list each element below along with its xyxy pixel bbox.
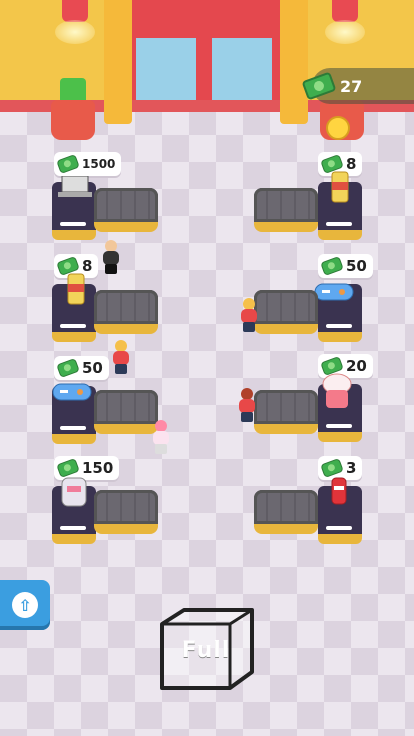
price-gamepad-right: 50 — [346, 257, 367, 275]
customer-character — [150, 420, 172, 454]
soda-can-icon — [330, 476, 348, 506]
lamp-glow-left — [55, 20, 95, 44]
conveyor-rice-cooker — [94, 490, 158, 534]
gamepad-icon — [314, 280, 354, 302]
lamp-left — [62, 0, 88, 22]
chips-can-icon — [66, 272, 86, 306]
price-soda: 3 — [346, 459, 357, 477]
ice-cream-icon — [320, 372, 354, 410]
laptop-icon — [58, 175, 92, 198]
money-counter: 27 — [301, 68, 414, 104]
conveyor-gamepad-left — [94, 390, 158, 434]
conveyor-chips-left — [94, 290, 158, 334]
rice-cooker-icon — [60, 474, 88, 508]
door-center-post — [198, 0, 208, 110]
cash-icon — [56, 154, 80, 174]
gamepad-icon — [52, 380, 92, 402]
chips-can-icon — [330, 170, 350, 204]
door-glass-left — [136, 38, 196, 104]
lamp-glow-right — [325, 20, 365, 44]
customer-character — [110, 340, 132, 374]
price-tag-laptop: 1500 — [54, 152, 122, 176]
door-glass-right — [212, 38, 272, 104]
price-gamepad-left: 50 — [82, 359, 103, 377]
lamp-right — [332, 0, 358, 22]
smiley-face-icon — [326, 116, 350, 140]
storage-full-label: Full — [181, 638, 231, 663]
pillar-right — [280, 0, 308, 124]
conveyor-ice-cream — [254, 390, 318, 434]
conveyor-laptop — [94, 188, 158, 232]
customer-character — [236, 388, 258, 422]
pillar-left — [104, 0, 132, 124]
worker-character — [100, 240, 122, 274]
cash-icon — [320, 256, 344, 276]
money-value: 27 — [340, 76, 363, 96]
pot-left — [51, 100, 95, 140]
storage-box[interactable]: Full — [156, 606, 256, 692]
conveyor-gamepad-right — [254, 290, 318, 334]
conveyor-chips — [254, 188, 318, 232]
cash-icon — [56, 358, 80, 378]
price-tag-gamepad-left: 50 — [54, 356, 109, 380]
customer-character — [238, 298, 260, 332]
conveyor-soda — [254, 490, 318, 534]
upgrade-button[interactable]: ⇧ — [0, 580, 50, 630]
upload-arrow-icon: ⇧ — [12, 592, 38, 618]
price-tag-gamepad-right: 50 — [318, 254, 373, 278]
price-laptop: 1500 — [82, 157, 116, 171]
cash-icon — [320, 458, 344, 478]
